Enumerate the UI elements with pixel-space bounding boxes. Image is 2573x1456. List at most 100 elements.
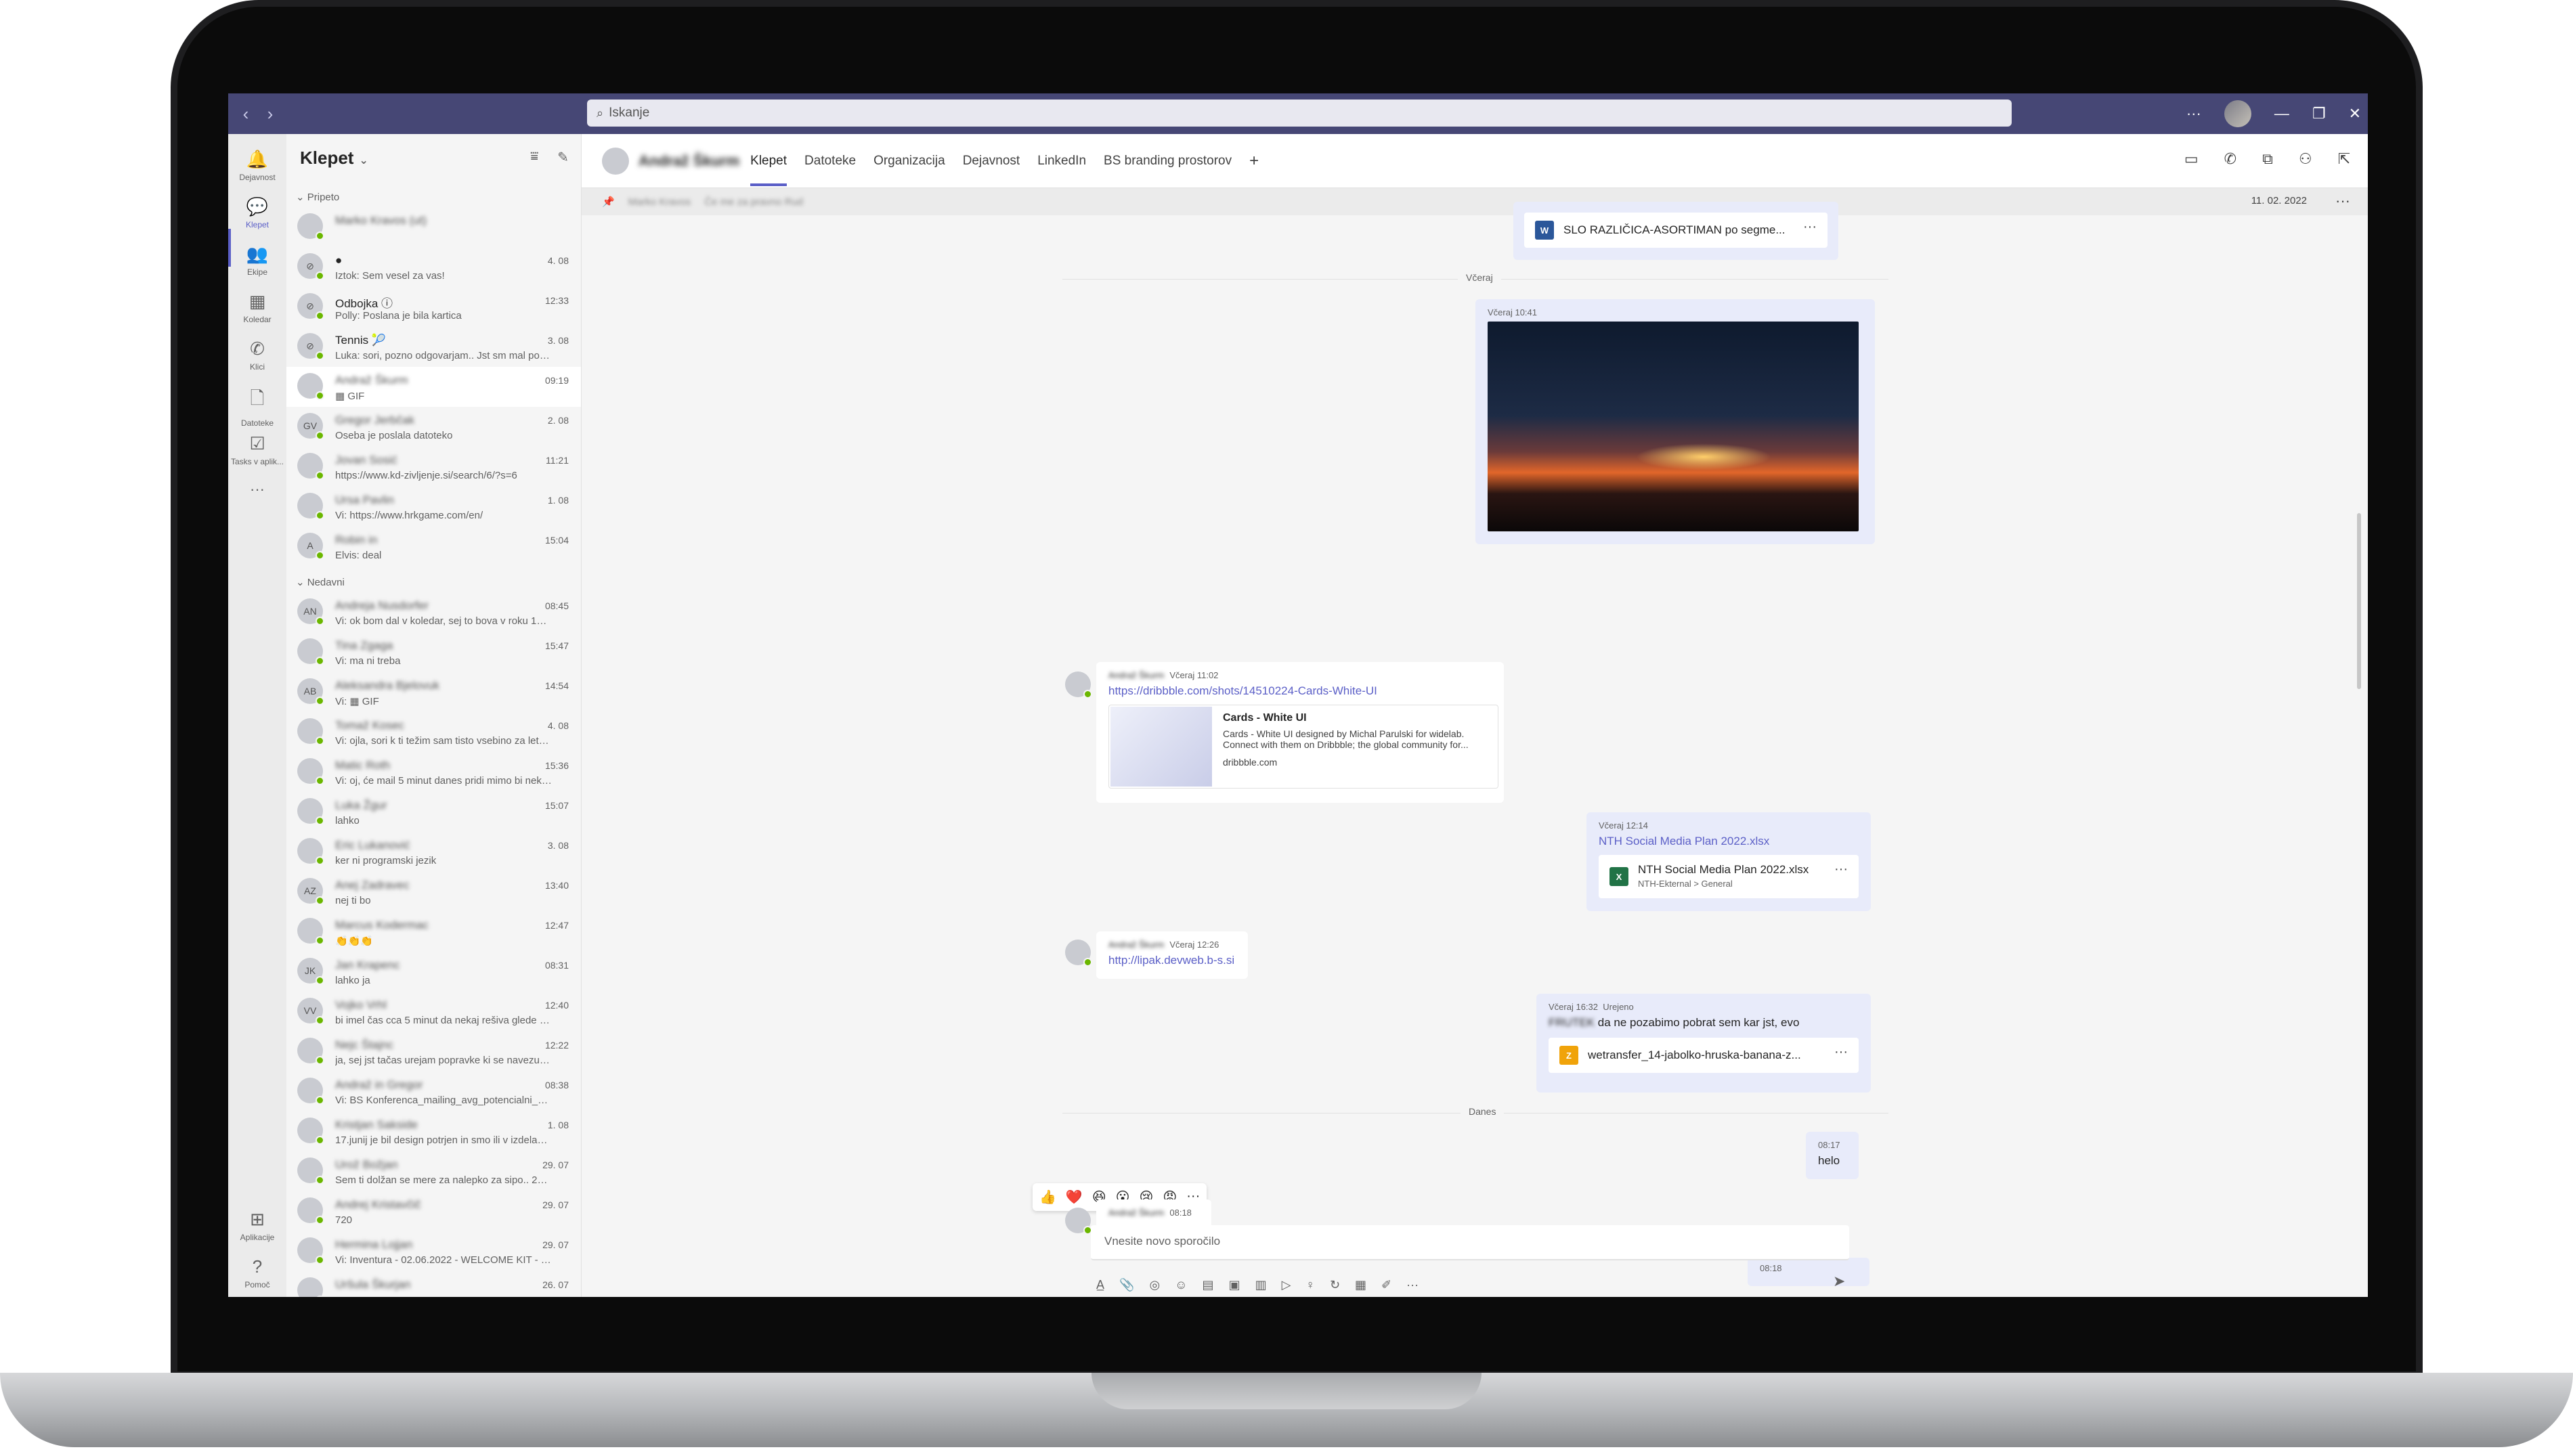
rail-tasks[interactable]: ☑ Tasks v aplik... [228,433,286,466]
new-chat-icon[interactable]: ✎ [557,149,569,166]
chat-list-item[interactable]: VV Vojko Vrhl bi imel čas cca 5 minut da n… [286,992,581,1032]
rail-files[interactable]: 🗋 Datoteke [228,386,286,428]
tab-bs-branding[interactable]: BS branding prostorov [1104,136,1232,186]
chat-list-item[interactable]: Andraž Škurm ▦ GIF 09:19 [286,367,581,407]
add-people-icon[interactable]: ⚇ [2299,150,2312,168]
tasks-icon: ☑ [249,433,265,454]
chat-list-item[interactable]: Urož Božjan Sem ti dolžan se mere za nale… [286,1151,581,1191]
message-compose-input[interactable]: Vnesite novo sporočilo [1091,1225,1849,1260]
rail-apps[interactable]: ⊞ Aplikacije [228,1209,286,1242]
restore-icon[interactable]: ❐ [2312,105,2326,123]
whiteboard-icon[interactable]: ✐ [1381,1278,1391,1292]
more-options-icon[interactable]: ··· [2335,192,2350,210]
heart-reaction[interactable]: ❤️ [1066,1189,1083,1206]
pinned-message-bar[interactable]: 📌 Marko Kravos Če me za pravno Rud 11. 0… [582,188,2368,215]
message-link[interactable]: http://lipak.devweb.b-s.si [1108,954,1236,967]
file-attachment[interactable]: X NTH Social Media Plan 2022.xlsx NTH-Ekt… [1599,855,1859,898]
scrollbar[interactable] [2357,513,2361,689]
shared-image[interactable] [1488,322,1859,531]
chat-list-item[interactable]: AZ Anej Zadravec nej ti bo 13:40 [286,872,581,912]
add-tab-button[interactable]: + [1249,134,1259,188]
chat-list-item[interactable]: JK Jan Krapenc lahko ja 08:31 [286,952,581,992]
avatar[interactable] [1065,940,1092,967]
chat-list-item[interactable]: Ursa Pavlin Vi: https://www.hrkgame.com/e… [286,487,581,527]
chat-list-item[interactable]: Marcus Kodermac 👏👏👏 12:47 [286,912,581,952]
rail-chat[interactable]: 💬 Klepet [228,196,286,229]
more-options-icon[interactable]: ··· [1406,1278,1419,1292]
chat-list-item[interactable]: Eric Lukanović ker ni programski jezik 3. … [286,832,581,872]
like-reaction[interactable]: 👍 [1039,1189,1056,1206]
chat-list-item[interactable]: GV Gregor Jerbčak Oseba je poslala datotek… [286,407,581,447]
chat-list-item[interactable]: Kristjan Sakside 17.junij je bil design p… [286,1111,581,1151]
tab-chat[interactable]: Klepet [750,136,787,186]
chat-list-item[interactable]: AB Aleksandra Bjelovuk Vi: ▦ GIF 14:54 [286,672,581,712]
avatar[interactable] [1065,1208,1092,1235]
search-input[interactable]: ⌕ Iskanje [587,100,2012,127]
tab-organization[interactable]: Organizacija [873,136,945,186]
chat-list-item[interactable]: AN Andreja Nusdorfer Vi: ok bom dal v kole… [286,592,581,632]
link-preview-card[interactable]: Cards - White UI Cards - White UI designe… [1108,705,1498,789]
video-call-icon[interactable]: ▭ [2184,150,2199,168]
rail-help[interactable]: ? Pomoč [228,1256,286,1289]
chat-list-item[interactable]: Tina Zgaga Vi: ma ni treba 15:47 [286,632,581,672]
chat-list-item[interactable]: Andrej Kristavčič 720 29. 07 [286,1191,581,1231]
tab-activity[interactable]: Dejavnost [963,136,1020,186]
more-options-icon[interactable]: ··· [1834,1044,1848,1060]
audio-call-icon[interactable]: ✆ [2224,150,2236,168]
file-attachment[interactable]: W SLO RAZLIČICA-ASORTIMAN po segme... ··… [1524,213,1828,248]
chat-list-item[interactable]: Hermina Lojjan Vi: Inventura - 02.06.2022… [286,1231,581,1271]
section-recent[interactable]: ⌄ Nedavni [286,567,581,592]
avatar [297,493,324,520]
filter-icon[interactable]: ⩸ [530,149,538,166]
rail-teams[interactable]: 👥 Ekipe [228,244,286,277]
rail-calendar[interactable]: ▦ Koledar [228,291,286,324]
emoji-icon[interactable]: ☺ [1175,1278,1187,1292]
message-link[interactable]: NTH Social Media Plan 2022.xlsx [1599,835,1859,848]
chat-list-item[interactable]: ⊘ Tennis 🎾 Luka: sori, pozno odgovarjam.. … [286,327,581,367]
chat-list-item[interactable]: Tomaž Kosec Vi: ojla, sori k ti težim sam… [286,712,581,752]
chat-list-item[interactable]: A Robin in Elvis: deal 15:04 [286,527,581,567]
rail-calls[interactable]: ✆ Klici [228,338,286,372]
more-options-icon[interactable]: ··· [1803,219,1817,235]
loop-component-icon[interactable]: ↻ [1330,1278,1340,1292]
gif-icon[interactable]: ▤ [1203,1278,1214,1292]
more-options-icon[interactable]: ··· [2186,105,2201,123]
section-pinned[interactable]: ⌄ Pripeto [286,181,581,207]
rail-activity[interactable]: 🔔 Dejavnost [228,149,286,182]
minimize-icon[interactable]: — [2274,105,2289,123]
meet-icon[interactable]: ▥ [1255,1278,1267,1292]
tab-files[interactable]: Datoteke [804,136,856,186]
loop-icon[interactable]: ◎ [1149,1278,1160,1292]
send-icon[interactable]: ➤ [1833,1273,1845,1290]
attach-icon[interactable]: 📎 [1119,1278,1134,1292]
chat-list-item[interactable]: Marko Kravos (ut) [286,207,581,247]
format-icon[interactable]: A̲ [1096,1278,1104,1292]
more-options-icon[interactable]: ··· [1834,862,1848,877]
praise-icon[interactable]: ♀ [1305,1278,1315,1292]
chat-list-item[interactable]: Andraž in Gregor Vi: BS Konferenca_mailin… [286,1072,581,1111]
popout-icon[interactable]: ⇱ [2338,150,2350,168]
avatar[interactable] [602,147,629,175]
forward-arrow-icon[interactable]: › [258,104,282,125]
chat-list-item[interactable]: Matic Roth Vi: oj, će mail 5 minut danes … [286,752,581,792]
chat-list-item[interactable]: ⊘ Odbojka ⓘ Polly: Poslana je bila kartica… [286,287,581,327]
approvals-icon[interactable]: ▦ [1355,1278,1366,1292]
chat-list-item[interactable]: Uršula Škurjan 26. 07 [286,1271,581,1297]
chat-list-item[interactable]: Nejc Štajnc ja, sej jst tačas urejam popr… [286,1032,581,1072]
contact-name: Matic Roth [335,759,391,772]
stream-icon[interactable]: ▷ [1282,1278,1291,1292]
message-link[interactable]: https://dribbble.com/shots/14510224-Card… [1108,684,1492,698]
avatar[interactable] [2224,100,2251,127]
file-attachment[interactable]: Z wetransfer_14-jabolko-hruska-banana-z.… [1549,1038,1859,1073]
chat-list-item[interactable]: Luka Žgur lahko 15:07 [286,792,581,832]
close-icon[interactable]: ✕ [2349,105,2361,123]
chat-list-item[interactable]: Jovan Sosić https://www.kd-zivljenje.si/s… [286,447,581,487]
avatar[interactable] [1065,671,1092,699]
tab-linkedin[interactable]: LinkedIn [1037,136,1086,186]
back-arrow-icon[interactable]: ‹ [234,104,258,125]
chat-list-title[interactable]: Klepet ⌄ [300,148,368,169]
chat-list-item[interactable]: ⊘ ● Iztok: Sem vesel za vas! 4. 08 [286,247,581,287]
rail-more[interactable]: ··· [228,481,286,498]
sticker-icon[interactable]: ▣ [1229,1278,1240,1292]
share-screen-icon[interactable]: ⧉ [2262,150,2273,168]
